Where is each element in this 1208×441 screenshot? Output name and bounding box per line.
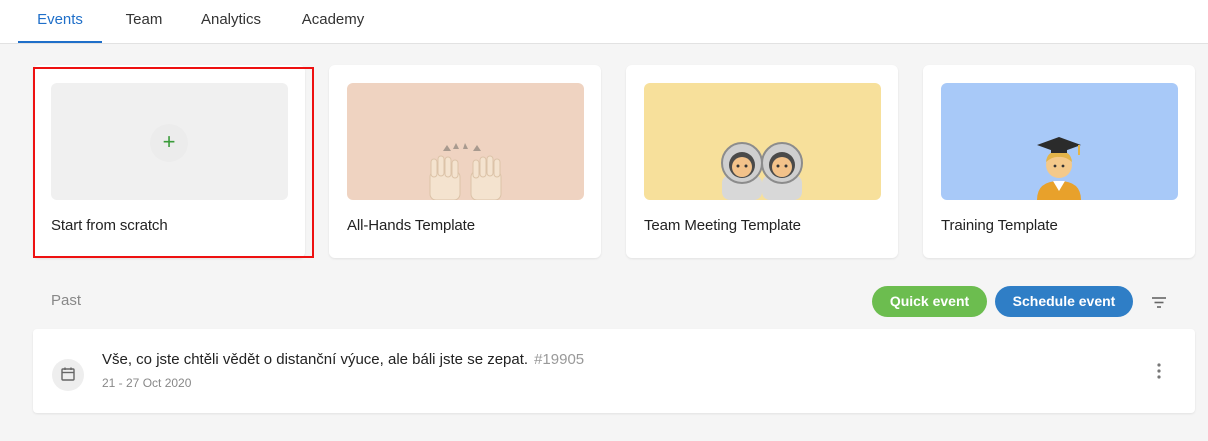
graduate-icon (1037, 137, 1081, 200)
event-title: Vše, co jste chtěli vědět o distanční vý… (102, 351, 584, 368)
card-thumbnail (644, 83, 881, 200)
card-label: All-Hands Template (347, 217, 475, 234)
tab-analytics[interactable]: Analytics (192, 0, 270, 44)
card-thumbnail: + (51, 83, 288, 200)
card-thumbnail (941, 83, 1178, 200)
template-card-training[interactable]: Training Template (923, 65, 1195, 258)
template-card-scratch[interactable]: + Start from scratch (33, 65, 305, 258)
active-tab-indicator (18, 41, 102, 43)
tab-events[interactable]: Events (18, 0, 102, 44)
card-thumbnail (347, 83, 584, 200)
template-card-all-hands[interactable]: All-Hands Template (329, 65, 601, 258)
event-row[interactable]: Vše, co jste chtěli vědět o distanční vý… (33, 329, 1195, 413)
event-dates: 21 - 27 Oct 2020 (102, 376, 192, 390)
card-label: Training Template (941, 217, 1058, 234)
plus-icon: + (150, 124, 188, 162)
tab-team[interactable]: Team (115, 0, 173, 44)
event-id: #19905 (534, 351, 585, 368)
more-options-icon[interactable] (1151, 359, 1167, 383)
card-label: Team Meeting Template (644, 217, 801, 234)
section-label-past: Past (51, 292, 82, 309)
top-nav: Events Team Analytics Academy (0, 0, 1208, 44)
schedule-event-button[interactable]: Schedule event (995, 286, 1133, 317)
quick-event-button[interactable]: Quick event (872, 286, 987, 317)
raised-hands-icon (429, 143, 502, 200)
astronauts-icon (721, 142, 803, 200)
calendar-icon (61, 367, 75, 381)
filter-icon[interactable] (1150, 293, 1168, 311)
template-card-team-meeting[interactable]: Team Meeting Template (626, 65, 898, 258)
tab-academy[interactable]: Academy (292, 0, 374, 44)
card-label: Start from scratch (51, 217, 168, 234)
event-title-text: Vše, co jste chtěli vědět o distanční vý… (102, 351, 529, 368)
calendar-icon-wrapper (52, 359, 84, 391)
